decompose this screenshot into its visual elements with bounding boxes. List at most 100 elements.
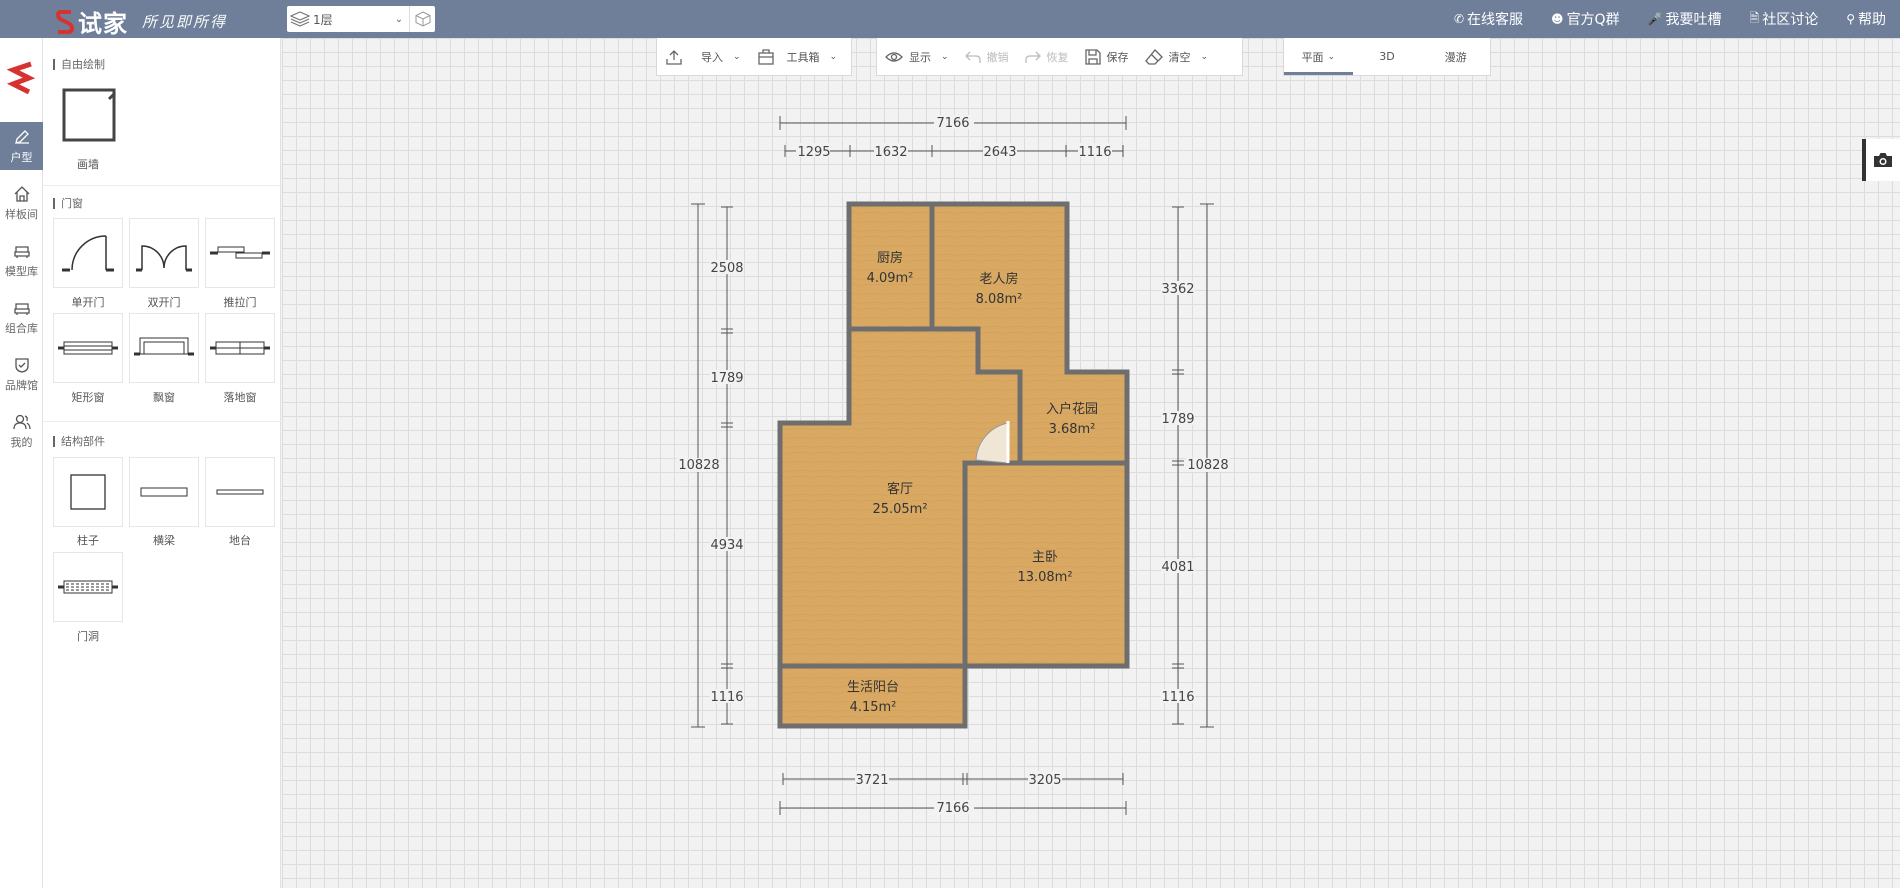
- rail-item-floorplan[interactable]: 户型: [0, 122, 43, 170]
- view-tabs: 平面 ⌄ 3D 漫游: [1283, 38, 1491, 76]
- tile-column[interactable]: [53, 457, 123, 527]
- pencil-icon: [14, 129, 29, 144]
- save-icon: [1084, 48, 1101, 65]
- left-rail: 户型 样板间 模型库 组合库 品牌馆 我的: [0, 38, 43, 888]
- tile-floor-window[interactable]: [205, 313, 275, 383]
- tile-label: 推拉门: [223, 296, 257, 309]
- save-label: 保存: [1106, 50, 1129, 64]
- section-title-structure: 结构部件: [53, 436, 105, 447]
- divider: [43, 185, 281, 186]
- rail-item-combo-library[interactable]: 组合库: [0, 293, 43, 341]
- top-link-label: 帮助: [1858, 12, 1886, 28]
- tile-label: 落地窗: [223, 391, 257, 404]
- tile-sliding-door[interactable]: [205, 218, 275, 288]
- tile-door-opening[interactable]: [53, 552, 123, 622]
- chevron-down-icon: ⌄: [394, 13, 404, 25]
- undo-icon: [964, 51, 981, 63]
- rail-item-brand-hall[interactable]: 品牌馆: [0, 350, 43, 398]
- toolbox-button[interactable]: 工具箱 ⌄: [749, 38, 846, 75]
- top-link-help[interactable]: ⚲ 帮助: [1846, 9, 1886, 29]
- tile-label: 飘窗: [153, 391, 175, 404]
- sofa-icon: [13, 245, 30, 258]
- redo-button[interactable]: 恢复: [1017, 38, 1077, 75]
- tab-plan[interactable]: 平面 ⌄: [1284, 38, 1353, 75]
- tile-platform[interactable]: [205, 457, 275, 527]
- top-link-label: 社区讨论: [1762, 12, 1819, 28]
- undo-button[interactable]: 撤销: [957, 38, 1017, 75]
- rail-item-label: 品牌馆: [5, 378, 38, 392]
- top-link-community[interactable]: 🗎 社区讨论: [1750, 9, 1819, 30]
- chevron-down-icon: ⌄: [1327, 51, 1336, 62]
- chevron-down-icon: ⌄: [941, 51, 949, 62]
- eraser-icon: [1144, 48, 1163, 65]
- user-icon: [12, 414, 31, 429]
- clear-label: 清空: [1168, 50, 1191, 64]
- top-bar: 试家 所见即所得 1层 ⌄ ✆ 在线客服 ☻ 官方Q群 🎤 我要吐槽 🗎 社区讨论 ⚲ 帮…: [0, 0, 1900, 38]
- door-opening-icon: [58, 580, 118, 594]
- tile-label: 横梁: [153, 534, 175, 547]
- display-label: 显示: [909, 50, 931, 64]
- rail-item-showroom[interactable]: 样板间: [0, 179, 43, 227]
- top-link-label: 官方Q群: [1566, 12, 1620, 28]
- import-label: 导入: [701, 50, 723, 64]
- cube-icon[interactable]: [409, 6, 435, 32]
- tab-3d[interactable]: 3D: [1353, 38, 1422, 75]
- user-icon: ☻: [1551, 12, 1564, 26]
- rail-item-label: 模型库: [5, 264, 38, 278]
- toolbox-icon: [757, 48, 774, 65]
- app-logo[interactable]: 试家 所见即所得: [56, 4, 227, 39]
- redo-icon: [1024, 51, 1041, 63]
- home-icon: [14, 185, 29, 202]
- mic-icon: 🎤: [1647, 12, 1663, 26]
- brand-logo-icon: [7, 61, 35, 95]
- redo-label: 恢复: [1046, 50, 1069, 64]
- single-door-icon: [62, 235, 114, 272]
- platform-icon: [216, 489, 264, 495]
- draw-wall-icon: [62, 88, 116, 142]
- display-button[interactable]: 显示 ⌄: [877, 38, 957, 75]
- eye-icon: [885, 51, 903, 62]
- rail-item-label: 我的: [10, 435, 33, 449]
- phone-icon: ✆: [1453, 12, 1465, 26]
- rect-window-icon: [58, 341, 118, 355]
- column-icon: [70, 474, 106, 510]
- chevron-down-icon: ⌄: [1200, 51, 1209, 62]
- top-link-qq-group[interactable]: ☻ 官方Q群: [1551, 9, 1620, 29]
- import-button[interactable]: 导入 ⌄: [657, 38, 749, 75]
- tile-label: 画墙: [77, 158, 99, 171]
- save-button[interactable]: 保存: [1077, 38, 1137, 75]
- tile-beam[interactable]: [129, 457, 199, 527]
- tile-draw-wall[interactable]: [53, 79, 123, 149]
- search-icon: ⚲: [1846, 12, 1855, 26]
- brand-name: 试家: [78, 10, 128, 38]
- brand-s-icon: [56, 9, 74, 34]
- sliding-door-icon: [210, 246, 270, 259]
- tile-label: 矩形窗: [71, 391, 105, 404]
- rail-item-mine[interactable]: 我的: [0, 407, 43, 455]
- top-link-label: 我要吐槽: [1665, 12, 1722, 28]
- tile-rect-window[interactable]: [53, 313, 123, 383]
- floor-select-value: 1层: [313, 12, 333, 27]
- rail-item-model-library[interactable]: 模型库: [0, 236, 43, 284]
- tile-label: 门洞: [77, 630, 99, 643]
- sofa-icon: [13, 302, 30, 315]
- toolbar-edit-group: 显示 ⌄ 撤销 恢复 保存 清空 ⌄: [876, 38, 1243, 76]
- clear-button[interactable]: 清空 ⌄: [1137, 38, 1217, 75]
- floor-select[interactable]: 1层 ⌄: [287, 6, 435, 32]
- tab-label: 3D: [1379, 50, 1395, 63]
- tile-bay-window[interactable]: [129, 313, 199, 383]
- screenshot-button[interactable]: [1862, 139, 1900, 181]
- tab-walkthrough[interactable]: 漫游: [1421, 38, 1490, 75]
- floor-window-icon: [210, 341, 270, 355]
- tile-single-door[interactable]: [53, 218, 123, 288]
- layers-icon: [287, 11, 313, 27]
- top-link-feedback[interactable]: 🎤 我要吐槽: [1648, 9, 1722, 29]
- section-title-free-draw: 自由绘制: [53, 59, 105, 70]
- tile-label: 地台: [229, 534, 251, 547]
- component-panel: 自由绘制 画墙 门窗 单开门 双开门 推拉门 矩形窗 飘窗 落地窗 结构部件 柱…: [43, 38, 281, 888]
- top-link-service[interactable]: ✆ 在线客服: [1454, 9, 1523, 29]
- design-canvas[interactable]: [282, 38, 1900, 888]
- tile-label: 双开门: [147, 296, 181, 309]
- tile-double-door[interactable]: [129, 218, 199, 288]
- bay-window-icon: [134, 337, 194, 356]
